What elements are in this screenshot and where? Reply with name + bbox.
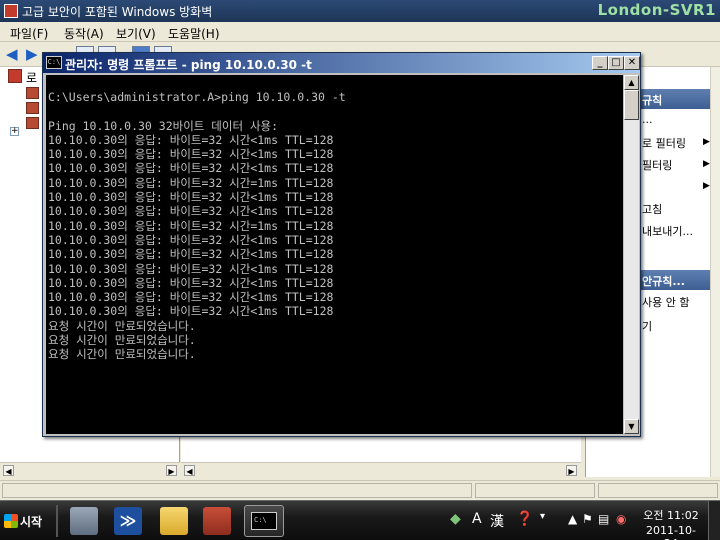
menu-view[interactable]: 보기(V) bbox=[116, 25, 156, 42]
ime-hanja-button[interactable]: 漢 bbox=[490, 511, 504, 531]
tree-horizontal-scrollbar[interactable]: ◀ ▶ bbox=[0, 462, 180, 478]
scroll-down-icon[interactable]: ▼ bbox=[624, 419, 639, 434]
notification-area: ▲ ⚑ ▤ ◉ bbox=[566, 509, 638, 533]
inbound-rules-icon[interactable] bbox=[26, 87, 39, 99]
scroll-right-icon[interactable]: ▶ bbox=[166, 465, 177, 476]
taskbar-separator bbox=[56, 505, 58, 537]
status-bar bbox=[0, 480, 720, 500]
clock-time: 오전 11:02 bbox=[643, 509, 699, 522]
firewall-shield-icon[interactable] bbox=[203, 507, 231, 535]
scroll-left-icon[interactable]: ◀ bbox=[3, 465, 14, 476]
show-hidden-icons-icon[interactable]: ▲ bbox=[568, 512, 577, 526]
ime-status-icon[interactable]: ◆ bbox=[450, 511, 461, 527]
close-button[interactable]: ✕ bbox=[624, 56, 640, 70]
action-center-flag-icon[interactable]: ⚑ bbox=[582, 512, 593, 526]
powershell-icon[interactable]: ≫ bbox=[114, 507, 142, 535]
start-label: 시작 bbox=[20, 515, 43, 529]
minimize-button[interactable]: _ bbox=[592, 56, 608, 70]
action-item-export[interactable]: 내보내기... bbox=[642, 223, 693, 239]
firewall-title: 고급 보안이 포함된 Windows 방화벽 bbox=[22, 5, 213, 19]
console-output[interactable]: C:\Users\administrator.A>ping 10.10.0.30… bbox=[46, 75, 623, 434]
taskbar-clock[interactable]: 오전 11:02 2011-10-24 bbox=[640, 505, 702, 540]
console-vertical-scrollbar[interactable]: ▲ ▼ bbox=[624, 75, 639, 434]
command-prompt-icon: C:\ bbox=[46, 56, 62, 69]
watermark-text: London-SVR1 bbox=[597, 1, 716, 19]
firewall-menubar: 파일(F) 동작(A) 보기(V) 도움말(H) bbox=[0, 22, 720, 42]
list-horizontal-scrollbar[interactable]: ◀ ▶ bbox=[181, 462, 581, 478]
status-cell-secondary bbox=[475, 483, 595, 498]
maximize-button[interactable]: □ bbox=[608, 56, 624, 70]
action-item-filter-state[interactable]: 필터링 bbox=[642, 157, 672, 173]
taskbar-command-prompt[interactable]: C:\ bbox=[244, 505, 284, 537]
firewall-titlebar[interactable]: 고급 보안이 포함된 Windows 방화벽 London-SVR1 bbox=[0, 0, 720, 22]
ime-options-icon[interactable]: ▾ bbox=[540, 511, 545, 522]
connection-security-icon[interactable] bbox=[26, 117, 39, 129]
server-manager-icon[interactable] bbox=[70, 507, 98, 535]
action-item-filter-profile[interactable]: 로 필터링 bbox=[642, 135, 686, 151]
explorer-folder-icon[interactable] bbox=[160, 507, 188, 535]
actions-scrollbar[interactable] bbox=[710, 67, 720, 477]
submenu-arrow-icon: ▶ bbox=[703, 137, 710, 147]
help-icon[interactable]: ❓ bbox=[516, 511, 533, 527]
command-prompt-window: C:\ 관리자: 명령 프롬프트 - ping 10.10.0.30 -t _ … bbox=[42, 52, 641, 437]
action-item-disable-rule[interactable]: 사용 안 함 bbox=[642, 294, 689, 310]
outbound-rules-icon[interactable] bbox=[26, 102, 39, 114]
tree-root-label[interactable]: 로 bbox=[26, 69, 37, 86]
menu-action[interactable]: 동작(A) bbox=[64, 25, 104, 42]
scroll-left-icon[interactable]: ◀ bbox=[184, 465, 195, 476]
tree-expander-icon[interactable]: + bbox=[10, 127, 19, 136]
status-cell-tertiary bbox=[598, 483, 718, 498]
start-button[interactable]: 시작 bbox=[2, 508, 46, 534]
show-desktop-button[interactable] bbox=[708, 501, 720, 540]
scroll-thumb[interactable] bbox=[624, 90, 639, 120]
cmd-titlebar[interactable]: C:\ 관리자: 명령 프롬프트 - ping 10.10.0.30 -t _ … bbox=[43, 53, 640, 73]
windows-logo-icon bbox=[4, 514, 18, 528]
volume-muted-icon[interactable]: ◉ bbox=[616, 512, 626, 526]
action-item-refresh[interactable]: 고침 bbox=[642, 201, 662, 217]
menu-help[interactable]: 도움말(H) bbox=[168, 25, 220, 42]
ime-mode-toggle[interactable]: A bbox=[472, 511, 482, 527]
firewall-app-icon bbox=[4, 4, 18, 18]
action-item-new-rule[interactable]: ... bbox=[642, 113, 653, 126]
firewall-root-icon bbox=[8, 69, 22, 83]
network-icon[interactable]: ▤ bbox=[598, 512, 609, 526]
cmd-title: 관리자: 명령 프롬프트 - ping 10.10.0.30 -t bbox=[65, 58, 312, 72]
console-text: C:\Users\administrator.A>ping 10.10.0.30… bbox=[48, 90, 346, 362]
ime-toolbar: ◆ A 漢 ❓ ▾ bbox=[446, 509, 564, 533]
submenu-arrow-icon: ▶ bbox=[703, 181, 710, 191]
taskbar: 시작 ≫ C:\ ◆ A 漢 ❓ ▾ ▲ ⚑ ▤ ◉ 오전 11:02 2011… bbox=[0, 500, 720, 540]
back-arrow-icon[interactable]: ◀ bbox=[6, 46, 24, 62]
submenu-arrow-icon: ▶ bbox=[703, 159, 710, 169]
status-cell-main bbox=[2, 483, 472, 498]
scroll-up-icon[interactable]: ▲ bbox=[624, 75, 639, 90]
scroll-right-icon[interactable]: ▶ bbox=[566, 465, 577, 476]
clock-date: 2011-10-24 bbox=[646, 524, 696, 540]
menu-file[interactable]: 파일(F) bbox=[10, 25, 48, 42]
command-prompt-icon: C:\ bbox=[251, 512, 277, 530]
action-item-more[interactable]: 기 bbox=[642, 318, 652, 334]
